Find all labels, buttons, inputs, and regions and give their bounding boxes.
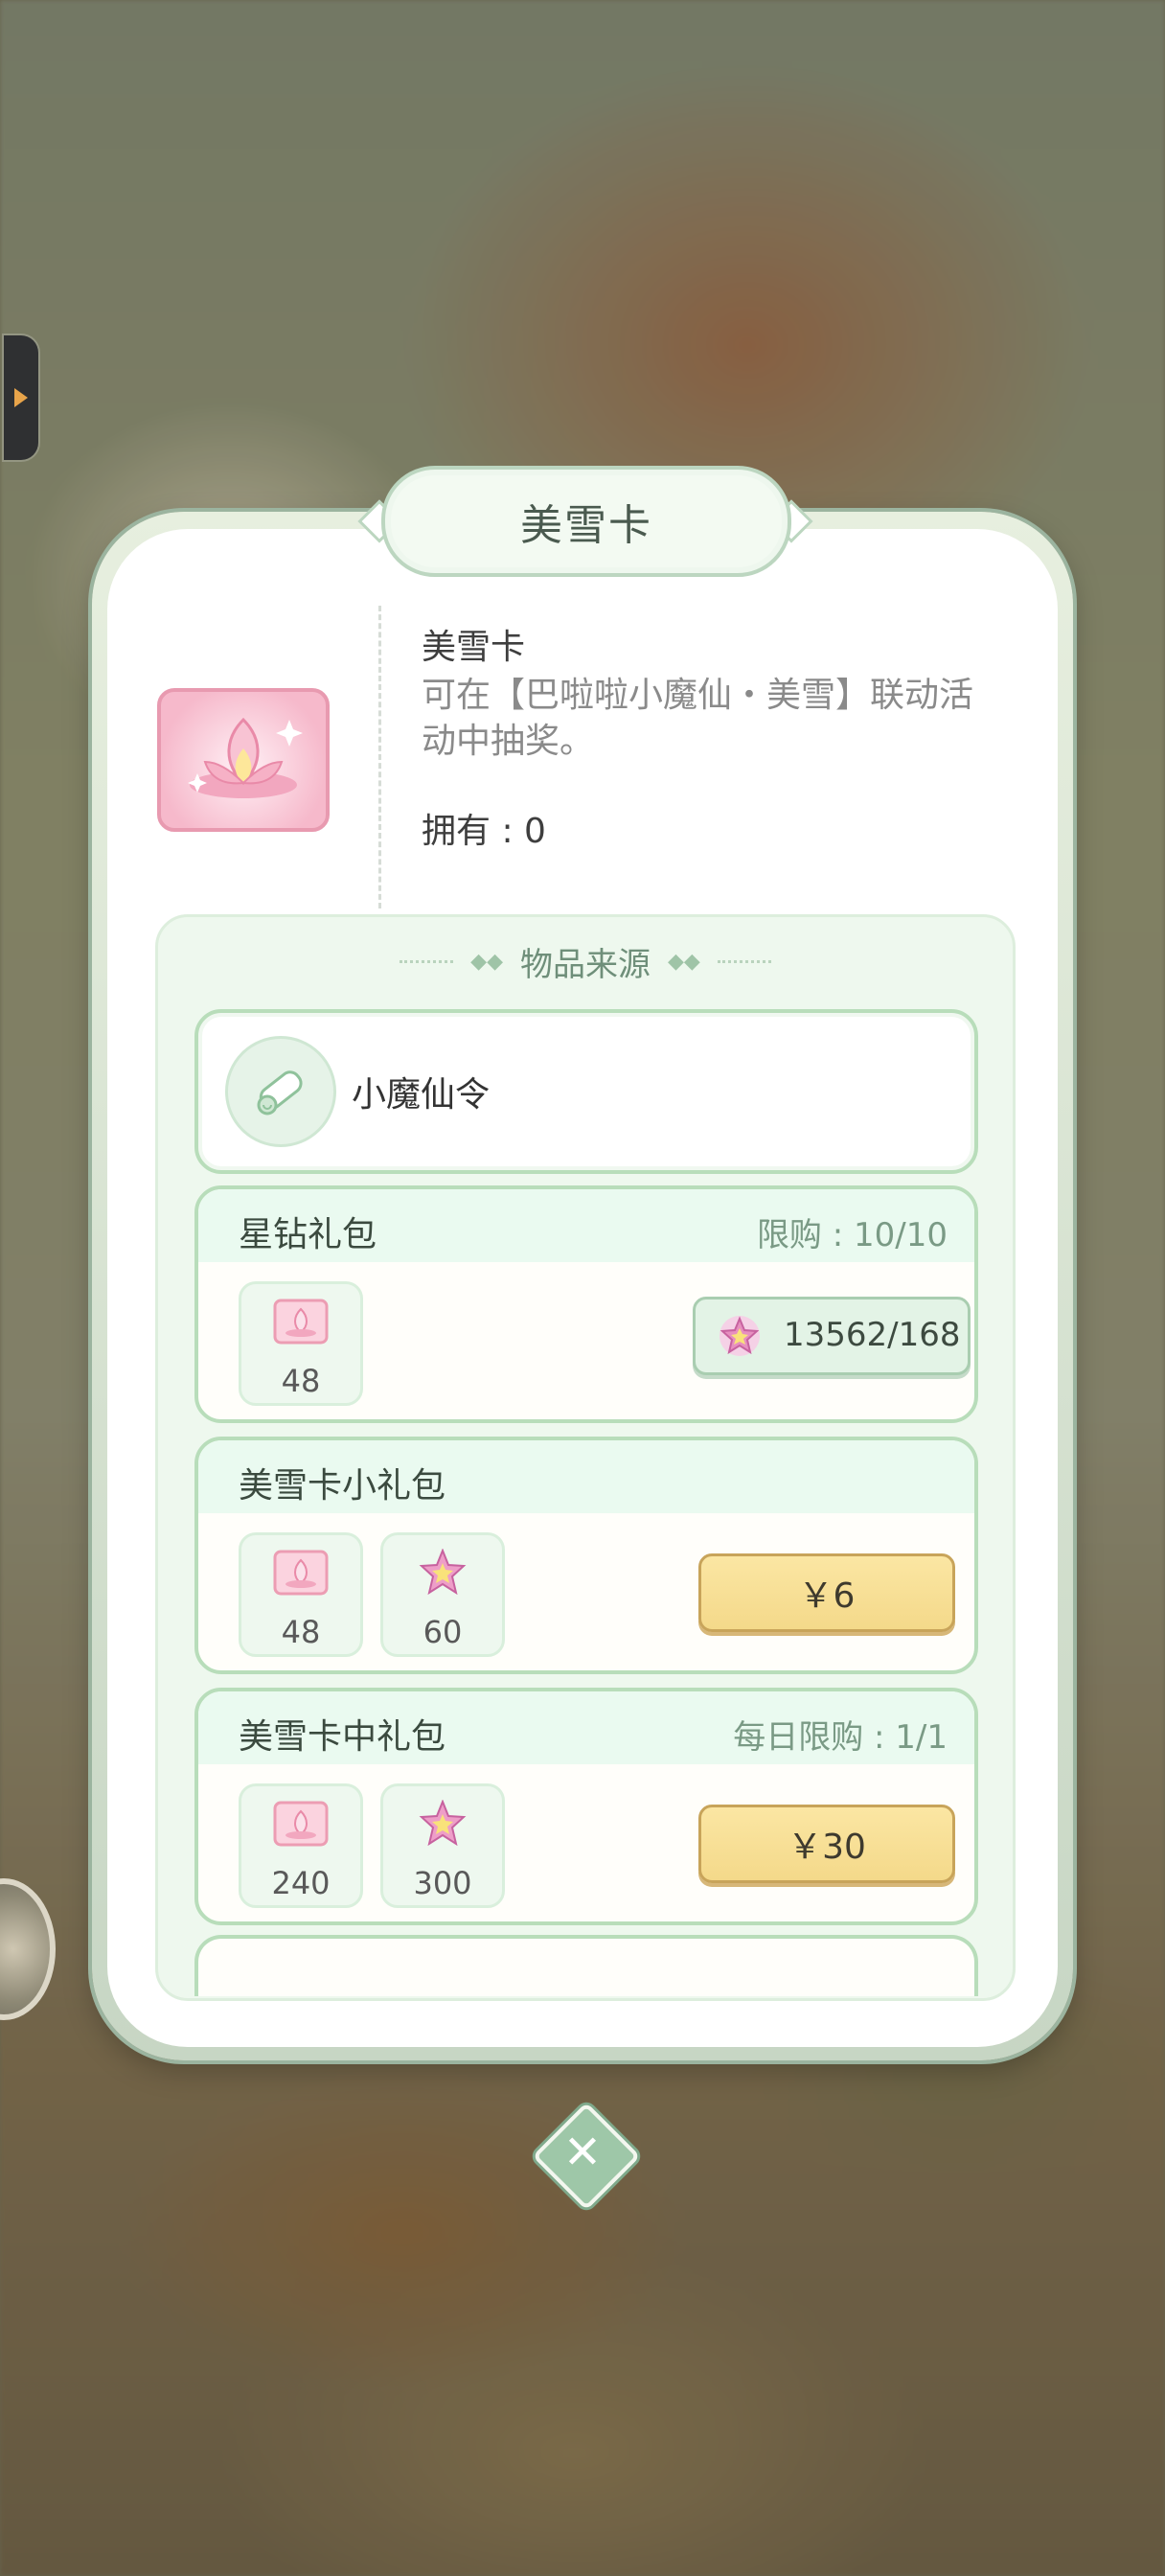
item-description: 可在【巴啦啦小魔仙・美雪】联动活动中抽奖。 [422,676,974,761]
reward-item[interactable]: 48 [239,1281,363,1406]
title-plate: 美雪卡 [381,466,791,577]
reward-count: 48 [281,1614,321,1650]
reward-count: 48 [281,1363,321,1399]
close-icon[interactable]: ✕ [548,2118,617,2187]
reward-count: 60 [423,1614,463,1650]
sources-section[interactable]: ◆◆ 物品来源 ◆◆ 小魔仙令 星钻礼包 限购 : 10/10 48 13562… [155,914,1016,2001]
reward-item[interactable]: 240 [239,1783,363,1908]
buy-with-stars-button[interactable]: 13562/168 [693,1297,971,1375]
pack-card-partial[interactable] [194,1935,978,1996]
star-diamond-icon [419,1549,467,1596]
star-price: 13562/168 [784,1316,961,1354]
lotus-card-icon [273,1299,329,1345]
dialog-title: 美雪卡 [520,501,652,550]
lotus-card-icon [273,1801,329,1847]
pack-name: 美雪卡小礼包 [239,1466,446,1506]
reward-count: 240 [271,1865,331,1901]
sources-header: ◆◆ 物品来源 ◆◆ [158,938,1013,985]
item-name: 美雪卡 [422,628,526,667]
reward-item[interactable]: 48 [239,1532,363,1657]
source-item-token[interactable]: 小魔仙令 [194,1009,978,1174]
scroll-icon [225,1036,336,1147]
source-label: 小魔仙令 [352,1075,491,1115]
purchase-limit: 限购 : 10/10 [756,1216,948,1254]
reward-count: 300 [413,1865,472,1901]
pack-card[interactable]: 美雪卡中礼包 每日限购 : 1/1 240 300 ￥30 [194,1688,978,1925]
divider [378,606,381,908]
star-diamond-icon [720,1316,760,1356]
pack-name: 星钻礼包 [239,1215,377,1254]
gem-ornament-icon: ◆◆ [668,950,700,974]
price-label: ￥30 [788,1828,866,1867]
pack-card[interactable]: 美雪卡小礼包 48 60 ￥6 [194,1437,978,1674]
lotus-card-icon [157,688,330,832]
sources-title: 物品来源 [520,946,651,984]
buy-button[interactable]: ￥6 [698,1553,955,1632]
side-expand-handle[interactable] [4,335,38,460]
reward-item[interactable]: 60 [380,1532,505,1657]
price-label: ￥6 [798,1576,856,1616]
star-diamond-icon [419,1800,467,1847]
gem-ornament-icon: ◆◆ [470,950,503,974]
pack-name: 美雪卡中礼包 [239,1717,446,1757]
pack-card[interactable]: 星钻礼包 限购 : 10/10 48 13562/168 [194,1185,978,1423]
owned-count: 拥有 : 0 [422,812,546,851]
lotus-card-icon [273,1550,329,1596]
buy-button[interactable]: ￥30 [698,1805,955,1883]
reward-item[interactable]: 300 [380,1783,505,1908]
arrow-right-icon [14,388,28,407]
purchase-limit: 每日限购 : 1/1 [733,1718,948,1757]
